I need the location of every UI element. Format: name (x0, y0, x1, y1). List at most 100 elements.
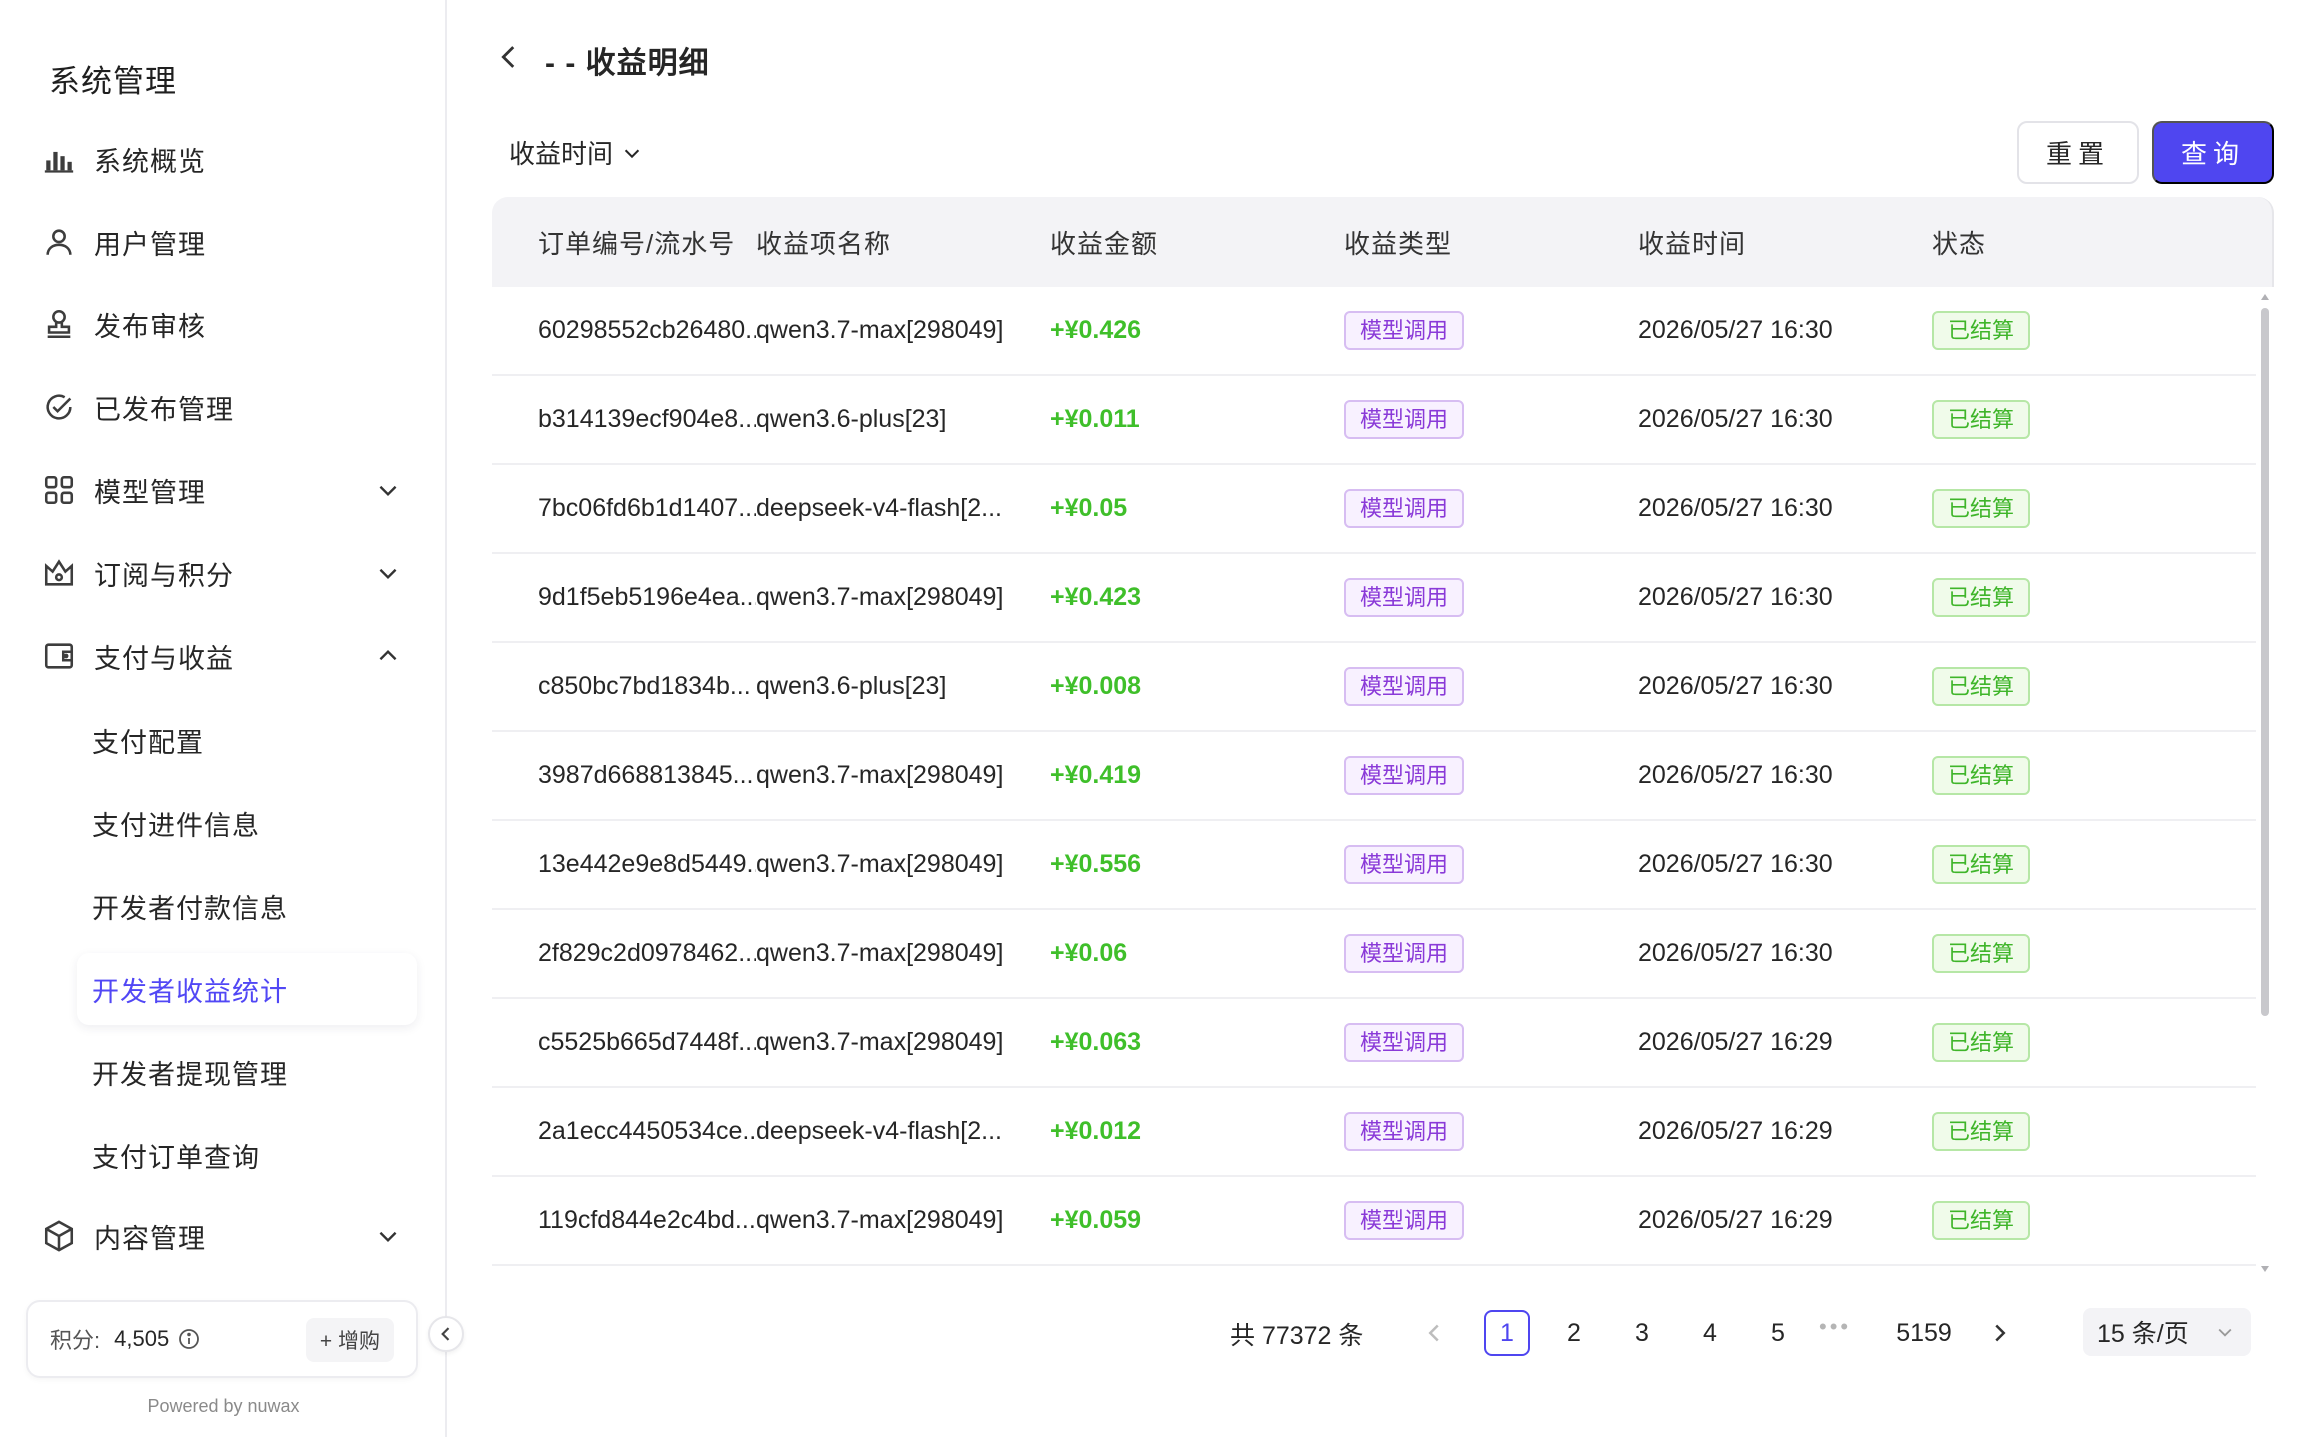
sidebar-item-label: 模型管理 (94, 477, 206, 508)
pagination-ellipsis[interactable]: ••• (1819, 1314, 1851, 1340)
sidebar-item-label: 内容管理 (94, 1223, 206, 1254)
table-row[interactable]: c850bc7bd1834b... qwen3.6-plus[23] +¥0.008… (492, 643, 2256, 732)
earning-item-cell: deepseek-v4-flash[2... (756, 1117, 1002, 1145)
page-size-select[interactable]: 15 条/页 (2083, 1308, 2251, 1356)
type-badge: 模型调用 (1344, 1201, 1465, 1240)
sidebar-subitem-payment-orders[interactable]: 支付订单查询 (77, 1119, 417, 1191)
sidebar-item-label: 系统概览 (94, 146, 206, 177)
order-id-cell: b314139ecf904e8... (538, 405, 756, 433)
sidebar: 系统管理 系统概览 用户管理 发布审核 已发布管理 模型管理 订阅与积分 支付与… (0, 0, 447, 1437)
query-button[interactable]: 查询 (2152, 121, 2274, 184)
status-cell: 已结算 (1932, 489, 2132, 528)
status-badge: 已结算 (1932, 845, 2031, 884)
page-button-3[interactable]: 3 (1619, 1310, 1665, 1356)
time-cell: 2026/05/27 16:29 (1638, 1117, 1833, 1145)
status-cell: 已结算 (1932, 756, 2132, 795)
amount-cell: +¥0.011 (1050, 405, 1140, 433)
table-row[interactable]: 2a1ecc4450534ce... deepseek-v4-flash[2...… (492, 1088, 2256, 1177)
sidebar-item-label: 发布审核 (94, 311, 206, 342)
sidebar-item-users[interactable]: 用户管理 (24, 207, 419, 277)
reset-button[interactable]: 重置 (2017, 121, 2139, 184)
sidebar-subitem-developer-earnings[interactable]: 开发者收益统计 (77, 953, 417, 1025)
type-cell: 模型调用 (1344, 489, 1638, 528)
table-row[interactable]: c5525b665d7448f... qwen3.7-max[298049] +¥0… (492, 999, 2256, 1088)
table-row[interactable]: 2f829c2d0978462... qwen3.7-max[298049] +¥0… (492, 910, 2256, 999)
earning-item-cell: qwen3.7-max[298049] (756, 850, 1004, 878)
earning-item-cell: qwen3.6-plus[23] (756, 672, 947, 700)
earnings-time-filter[interactable]: 收益时间 (509, 134, 643, 171)
amount-cell: +¥0.059 (1050, 1206, 1142, 1234)
sidebar-item-review[interactable]: 发布审核 (24, 289, 419, 359)
earning-item-cell: qwen3.7-max[298049] (756, 583, 1004, 611)
status-badge: 已结算 (1932, 756, 2031, 795)
column-header-item: 收益项名称 (756, 228, 892, 259)
buy-points-button[interactable]: + 增购 (305, 1318, 394, 1362)
page-button-2[interactable]: 2 (1551, 1310, 1597, 1356)
points-card: 积分: 4,505 + 增购 (26, 1300, 418, 1378)
table-row[interactable]: 7bc06fd6b1d1407... deepseek-v4-flash[2...… (492, 465, 2256, 554)
sidebar-subitem-merchant-info[interactable]: 支付进件信息 (77, 787, 417, 859)
time-cell: 2026/05/27 16:30 (1638, 583, 1833, 611)
table-scrollbar[interactable] (2256, 290, 2274, 1272)
status-badge: 已结算 (1932, 667, 2031, 706)
status-cell: 已结算 (1932, 667, 2132, 706)
type-badge: 模型调用 (1344, 756, 1465, 795)
status-cell: 已结算 (1932, 1201, 2132, 1240)
sidebar-subitem-payment-config[interactable]: 支付配置 (77, 704, 417, 776)
type-badge: 模型调用 (1344, 400, 1465, 439)
scroll-down-arrow[interactable] (2261, 1266, 2269, 1272)
order-id-cell: 2f829c2d0978462... (538, 939, 756, 967)
amount-cell: +¥0.423 (1050, 583, 1142, 611)
user-icon (24, 207, 94, 277)
next-page-icon[interactable] (1985, 1318, 2015, 1348)
prev-page-icon[interactable] (1419, 1318, 1449, 1348)
scroll-up-arrow[interactable] (2261, 294, 2269, 300)
amount-cell: +¥0.426 (1050, 316, 1142, 344)
type-badge: 模型调用 (1344, 1023, 1465, 1062)
sidebar-item-content[interactable]: 内容管理 (24, 1201, 419, 1271)
time-cell: 2026/05/27 16:30 (1638, 405, 1833, 433)
bar-chart-icon (24, 124, 94, 194)
order-id-cell: 9d1f5eb5196e4ea... (538, 583, 756, 611)
status-badge: 已结算 (1932, 578, 2031, 617)
sidebar-item-payments[interactable]: 支付与收益 (24, 621, 419, 691)
table-row[interactable]: 13e442e9e8d5449... qwen3.7-max[298049] +¥0… (492, 821, 2256, 910)
sidebar-collapse-button[interactable] (428, 1316, 464, 1352)
table-row[interactable]: 60298552cb26480... qwen3.7-max[298049] +¥0… (492, 287, 2256, 376)
back-arrow-icon[interactable] (492, 40, 526, 74)
sidebar-item-published[interactable]: 已发布管理 (24, 372, 419, 442)
sidebar-subitem-developer-payment-info[interactable]: 开发者付款信息 (77, 870, 417, 942)
sidebar-item-label: 订阅与积分 (94, 560, 234, 591)
time-cell: 2026/05/27 16:29 (1638, 1028, 1833, 1056)
order-id-cell: 13e442e9e8d5449... (538, 850, 756, 878)
chevron-down-icon (379, 485, 397, 497)
status-cell: 已结算 (1932, 578, 2132, 617)
status-cell: 已结算 (1932, 845, 2132, 884)
table-row[interactable]: 3987d668813845... qwen3.7-max[298049] +¥0.… (492, 732, 2256, 821)
table-header: 订单编号/流水号 收益项名称 收益金额 收益类型 收益时间 状态 (492, 197, 2274, 287)
type-cell: 模型调用 (1344, 578, 1638, 617)
type-cell: 模型调用 (1344, 1112, 1638, 1151)
sidebar-subitem-developer-withdrawals[interactable]: 开发者提现管理 (77, 1036, 417, 1108)
sidebar-item-subscriptions[interactable]: 订阅与积分 (24, 538, 419, 608)
status-badge: 已结算 (1932, 400, 2031, 439)
amount-cell: +¥0.063 (1050, 1028, 1142, 1056)
page-button-5[interactable]: 5 (1755, 1310, 1801, 1356)
page-button-last[interactable]: 5159 (1889, 1310, 1959, 1356)
sidebar-item-label: 用户管理 (94, 229, 206, 260)
column-header-status: 状态 (1932, 228, 1987, 259)
scrollbar-thumb[interactable] (2261, 308, 2269, 1016)
order-id-cell: c850bc7bd1834b... (538, 672, 751, 700)
table-row[interactable]: 119cfd844e2c4bd... qwen3.7-max[298049] +¥0… (492, 1177, 2256, 1266)
table-row[interactable]: 9d1f5eb5196e4ea... qwen3.7-max[298049] +¥0… (492, 554, 2256, 643)
table-row[interactable]: b314139ecf904e8... qwen3.6-plus[23] +¥0.01… (492, 376, 2256, 465)
status-badge: 已结算 (1932, 934, 2031, 973)
sidebar-item-models[interactable]: 模型管理 (24, 455, 419, 525)
type-badge: 模型调用 (1344, 1112, 1465, 1151)
page-button-1[interactable]: 1 (1484, 1310, 1530, 1356)
info-icon[interactable] (177, 1327, 201, 1351)
sidebar-item-overview[interactable]: 系统概览 (24, 124, 419, 194)
amount-cell: +¥0.012 (1050, 1117, 1142, 1145)
time-cell: 2026/05/27 16:30 (1638, 850, 1833, 878)
page-button-4[interactable]: 4 (1687, 1310, 1733, 1356)
